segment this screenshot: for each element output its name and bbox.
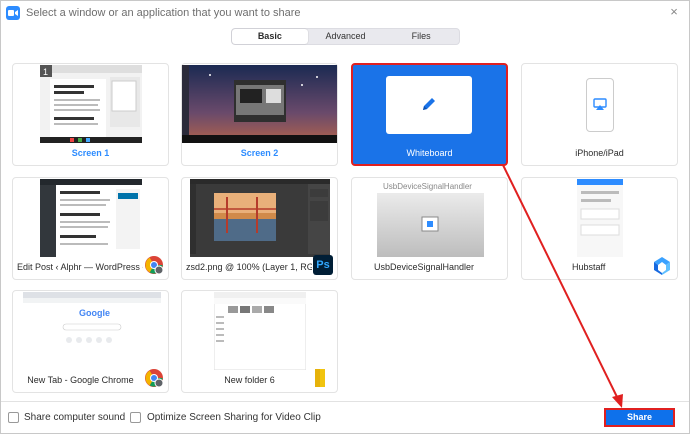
google-logo: Google [79, 308, 110, 318]
folder-window-thumbnail [214, 292, 306, 370]
optimize-video-label: Optimize Screen Sharing for Video Clip [147, 412, 321, 423]
share-tile-usb-device-signal-handler[interactable]: UsbDeviceSignalHandler UsbDeviceSignalHa… [351, 177, 508, 280]
photoshop-badge-text: Ps [316, 259, 330, 271]
tab-files[interactable]: Files [383, 29, 459, 44]
chrome-icon [144, 368, 164, 388]
tile-label: zsd2.png @ 100% (Layer 1, RGB/8... [186, 262, 312, 272]
screen-1-thumbnail: 1 [40, 65, 142, 143]
share-screen-dialog: Select a window or an application that y… [0, 0, 690, 434]
iphone-graphic [586, 78, 614, 132]
airplay-icon [593, 97, 607, 116]
share-tile-new-folder-6[interactable]: New folder 6 [181, 290, 338, 393]
dialog-title: Select a window or an application that y… [26, 7, 301, 19]
pencil-icon [420, 95, 438, 118]
share-tile-hubstaff[interactable]: Hubstaff [521, 177, 678, 280]
hubstaff-thumbnail [577, 179, 623, 257]
hubstaff-icon [652, 256, 672, 276]
tile-label: Screen 1 [71, 148, 110, 158]
share-tile-whiteboard[interactable]: Whiteboard [351, 63, 508, 166]
wordpress-thumbnail [40, 179, 142, 257]
photoshop-icon: Ps [313, 255, 333, 275]
share-button[interactable]: Share [604, 408, 675, 427]
chrome-new-tab-thumbnail: Google [23, 292, 161, 370]
tile-label: Whiteboard [406, 148, 453, 158]
share-tile-new-tab-chrome[interactable]: Google New Tab - Google Chrome [12, 290, 169, 393]
share-tabs: Basic Advanced Files [231, 28, 460, 45]
tab-basic[interactable]: Basic [232, 29, 308, 44]
share-tile-iphone-ipad[interactable]: iPhone/iPad [521, 63, 678, 166]
folder-icon [311, 368, 331, 388]
share-tile-photoshop[interactable]: zsd2.png @ 100% (Layer 1, RGB/8... Ps [181, 177, 338, 280]
usb-window-title: UsbDeviceSignalHandler [383, 182, 472, 191]
optimize-video-checkbox[interactable] [130, 412, 141, 423]
tile-label: Hubstaff [572, 262, 606, 272]
share-sound-label: Share computer sound [24, 412, 126, 423]
tab-advanced[interactable]: Advanced [308, 29, 384, 44]
bottom-bar: Share computer sound Optimize Screen Sha… [1, 401, 689, 433]
tile-label: Screen 2 [240, 148, 279, 158]
whiteboard-card [386, 76, 472, 134]
tile-label: UsbDeviceSignalHandler [374, 262, 475, 272]
screen-2-thumbnail [182, 65, 337, 143]
tile-label: iPhone/iPad [575, 148, 624, 158]
title-bar: Select a window or an application that y… [1, 1, 689, 25]
photoshop-thumbnail [190, 179, 330, 257]
share-tile-screen-2[interactable]: Screen 2 [181, 63, 338, 166]
usb-handler-thumbnail: UsbDeviceSignalHandler [377, 179, 484, 257]
share-tile-screen-1[interactable]: 1 Screen 1 [12, 63, 169, 166]
close-button[interactable]: × [667, 5, 681, 19]
tile-label: Edit Post ‹ Alphr — WordPress - ... [17, 262, 143, 272]
zoom-logo-icon [6, 6, 20, 20]
share-sound-checkbox[interactable] [8, 412, 19, 423]
screen-1-number: 1 [43, 67, 48, 77]
chrome-icon [144, 255, 164, 275]
share-tile-wordpress[interactable]: Edit Post ‹ Alphr — WordPress - ... [12, 177, 169, 280]
